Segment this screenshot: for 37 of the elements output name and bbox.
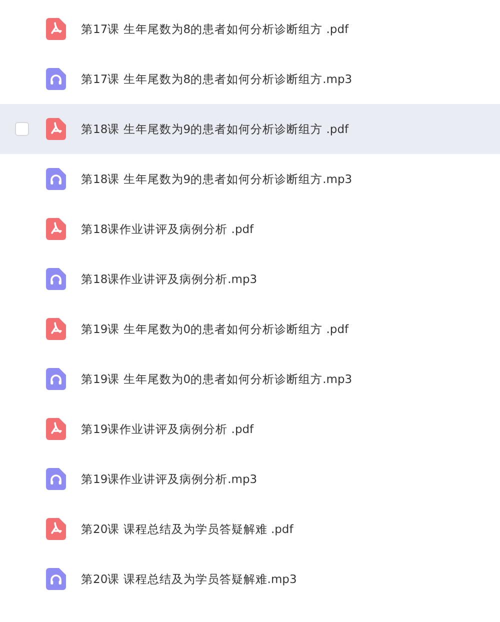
file-name: 第20课 课程总结及为学员答疑解难 .pdf <box>81 522 294 536</box>
file-row[interactable]: 第19课作业讲评及病例分析 .pdf <box>0 404 500 454</box>
pdf-file-icon <box>46 118 66 140</box>
file-row[interactable]: 第19课 生年尾数为0的患者如何分析诊断组方 .pdf <box>0 304 500 354</box>
file-row[interactable]: 第18课作业讲评及病例分析.mp3 <box>0 254 500 304</box>
checkbox[interactable] <box>15 122 29 136</box>
headphones-file-icon <box>46 268 66 290</box>
file-name: 第18课 生年尾数为9的患者如何分析诊断组方 .pdf <box>81 122 349 136</box>
file-name: 第17课 生年尾数为8的患者如何分析诊断组方 .pdf <box>81 22 349 36</box>
pdf-file-icon <box>46 318 66 340</box>
headphones-file-icon <box>46 468 66 490</box>
file-name: 第20课 课程总结及为学员答疑解难.mp3 <box>81 572 297 586</box>
headphones-file-icon <box>46 168 66 190</box>
file-row[interactable]: 第19课 生年尾数为0的患者如何分析诊断组方.mp3 <box>0 354 500 404</box>
pdf-file-icon <box>46 418 66 440</box>
file-name: 第17课 生年尾数为8的患者如何分析诊断组方.mp3 <box>81 72 352 86</box>
headphones-file-icon <box>46 68 66 90</box>
file-name: 第18课作业讲评及病例分析.mp3 <box>81 272 258 286</box>
file-row[interactable]: 第17课 生年尾数为8的患者如何分析诊断组方.mp3 <box>0 54 500 104</box>
file-name: 第19课作业讲评及病例分析.mp3 <box>81 472 258 486</box>
file-name: 第18课作业讲评及病例分析 .pdf <box>81 222 254 236</box>
file-row[interactable]: 第20课 课程总结及为学员答疑解难.mp3 <box>0 554 500 604</box>
headphones-file-icon <box>46 568 66 590</box>
file-row[interactable]: 第19课作业讲评及病例分析.mp3 <box>0 454 500 504</box>
file-row[interactable]: 第17课 生年尾数为8的患者如何分析诊断组方 .pdf <box>0 4 500 54</box>
file-row[interactable]: 第18课 生年尾数为9的患者如何分析诊断组方.mp3 <box>0 154 500 204</box>
file-name: 第19课 生年尾数为0的患者如何分析诊断组方.mp3 <box>81 372 352 386</box>
file-row[interactable]: 第18课作业讲评及病例分析 .pdf <box>0 204 500 254</box>
pdf-file-icon <box>46 518 66 540</box>
pdf-file-icon <box>46 218 66 240</box>
pdf-file-icon <box>46 18 66 40</box>
file-name: 第19课作业讲评及病例分析 .pdf <box>81 422 254 436</box>
file-row[interactable]: 第18课 生年尾数为9的患者如何分析诊断组方 .pdf <box>0 104 500 154</box>
file-row[interactable]: 第20课 课程总结及为学员答疑解难 .pdf <box>0 504 500 554</box>
headphones-file-icon <box>46 368 66 390</box>
file-name: 第19课 生年尾数为0的患者如何分析诊断组方 .pdf <box>81 322 349 336</box>
file-name: 第18课 生年尾数为9的患者如何分析诊断组方.mp3 <box>81 172 352 186</box>
